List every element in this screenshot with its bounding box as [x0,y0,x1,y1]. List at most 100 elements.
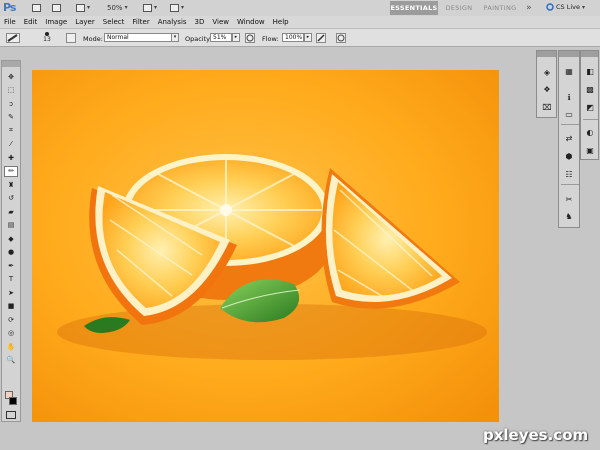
panel-dock-header[interactable] [581,51,598,57]
view-extras-button[interactable]: ▾ [76,2,90,13]
clone-stamp-tool[interactable]: ♜ [4,179,18,190]
tool-presets-panel-icon[interactable]: ◩ [584,102,596,113]
workspace-painting[interactable]: PAINTING [480,1,520,15]
histogram-panel-icon[interactable]: ▦ [563,66,575,77]
type-tool[interactable]: T [4,274,18,285]
panel-divider [583,119,598,120]
gradient-tool[interactable]: ▤ [4,220,18,231]
flow-slider-arrow-icon[interactable]: ▸ [304,33,312,42]
mode-select[interactable]: Normal [104,33,172,42]
healing-brush-tool[interactable]: ✚ [4,152,18,163]
menu-view[interactable]: View [208,18,233,26]
channels-panel-icon[interactable]: ❖ [541,84,553,95]
workspace-essentials[interactable]: ESSENTIALS [390,1,438,15]
hand-tool[interactable]: ✋ [4,341,18,352]
3d-rotate-tool[interactable]: ⟳ [4,314,18,325]
history-brush-tool[interactable]: ↺ [4,193,18,204]
brush-panel-toggle[interactable] [66,33,76,43]
chevron-down-icon: ▾ [582,3,586,11]
flow-field[interactable]: 100% [282,33,304,42]
lasso-icon: ↄ [9,99,13,108]
hand-icon: ✋ [6,342,16,351]
brush-preset-picker[interactable]: 13 [40,32,54,43]
eyedropper-icon: ⁄ [10,140,12,148]
clone-source-panel-icon[interactable]: ♞ [563,211,575,222]
move-icon: ✥ [8,72,14,81]
menu-analysis[interactable]: Analysis [154,18,191,26]
screen-mode-button[interactable]: ▾ [170,2,184,13]
pen-tool[interactable]: ✒ [4,260,18,271]
brush-tool[interactable]: ✏ [4,165,18,177]
blur-tool[interactable]: ◆ [4,233,18,244]
shape-tool[interactable]: ■ [4,301,18,312]
brush-size-value: 13 [43,36,51,43]
menu-file[interactable]: File [0,18,20,26]
masks-panel-icon[interactable]: ⬢ [563,151,575,162]
healing-brush-icon: ✚ [8,153,14,162]
menu-window[interactable]: Window [233,18,269,26]
flow-label: Flow: [262,35,279,43]
styles-panel-icon[interactable]: ☷ [563,169,575,180]
menu-edit[interactable]: Edit [20,18,42,26]
navigator-panel-icon[interactable]: ▭ [563,109,575,120]
panel-dock-header[interactable] [537,51,556,57]
path-select-icon: ➤ [8,288,14,297]
menu-bar: File Edit Image Layer Select Filter Anal… [0,16,600,28]
quick-select-tool[interactable]: ✎ [4,112,18,123]
marquee-tool[interactable]: ⬚ [4,85,18,96]
quick-mask-button[interactable] [4,409,18,420]
panel-dock-group-3: ◧ ▩ ◩ ◐ ▣ [580,50,599,160]
eraser-tool[interactable]: ▰ [4,206,18,217]
cs-live-button[interactable]: CS Live ▾ [546,3,585,11]
animation-panel-icon[interactable]: ◐ [584,127,596,138]
clone-stamp-icon: ♜ [7,180,15,189]
airbrush-button[interactable] [316,33,326,43]
launch-bridge-button[interactable] [32,2,41,13]
background-color-swatch[interactable] [9,397,17,405]
launch-mini-bridge-button[interactable] [52,2,61,13]
crop-tool[interactable]: ⌗ [4,125,18,136]
brushes-panel-icon[interactable]: ✂ [563,194,575,205]
opacity-slider-arrow-icon[interactable]: ▸ [232,33,240,42]
tools-panel-header[interactable] [2,61,20,67]
arrange-documents-button[interactable]: ▾ [143,2,157,13]
menu-help[interactable]: Help [269,18,293,26]
crop-icon: ⌗ [9,126,13,134]
dodge-tool[interactable]: ● [4,247,18,258]
menu-layer[interactable]: Layer [71,18,99,26]
paths-panel-icon[interactable]: ⌧ [541,102,553,113]
color-panel-icon[interactable]: ◧ [584,66,596,77]
more-workspaces-button[interactable]: » [522,1,536,15]
lasso-tool[interactable]: ↄ [4,98,18,109]
info-panel-icon[interactable]: ℹ [563,92,575,103]
tablet-pressure-size-button[interactable] [336,33,346,43]
panel-dock-header[interactable] [559,51,579,57]
menu-image[interactable]: Image [41,18,71,26]
path-select-tool[interactable]: ➤ [4,287,18,298]
3d-orbit-tool[interactable]: ◎ [4,328,18,339]
move-tool[interactable]: ✥ [4,71,18,82]
menu-select[interactable]: Select [99,18,129,26]
adjustments-panel-icon[interactable]: ⇄ [563,133,575,144]
menu-3d[interactable]: 3D [191,18,209,26]
swatches-panel-icon[interactable]: ▩ [584,84,596,95]
workspace-design[interactable]: DESIGN [440,1,478,15]
gradient-icon: ▤ [7,221,15,229]
tool-preset-picker[interactable] [6,33,20,43]
notes-panel-icon[interactable]: ▣ [584,145,596,156]
layers-panel-icon[interactable]: ◈ [541,67,553,78]
brush-icon: ✏ [8,167,14,175]
zoom-level-dropdown[interactable]: 50% ▾ [107,2,128,13]
opacity-field[interactable]: 51% [210,33,232,42]
mode-chevron-icon[interactable]: ▾ [171,33,179,42]
eyedropper-tool[interactable]: ⁄ [4,139,18,150]
shape-icon: ■ [7,302,15,310]
tablet-pressure-opacity-button[interactable] [245,33,255,43]
zoom-tool[interactable]: 🔍 [4,355,18,366]
pen-icon: ✒ [8,261,14,270]
menu-filter[interactable]: Filter [128,18,153,26]
quick-mask-icon [6,410,16,419]
panel-dock-group-2: ▦ ℹ ▭ ⇄ ⬢ ☷ ✂ ♞ [558,50,580,228]
document-canvas[interactable] [32,70,499,422]
opacity-label: Opacity: [185,35,212,43]
